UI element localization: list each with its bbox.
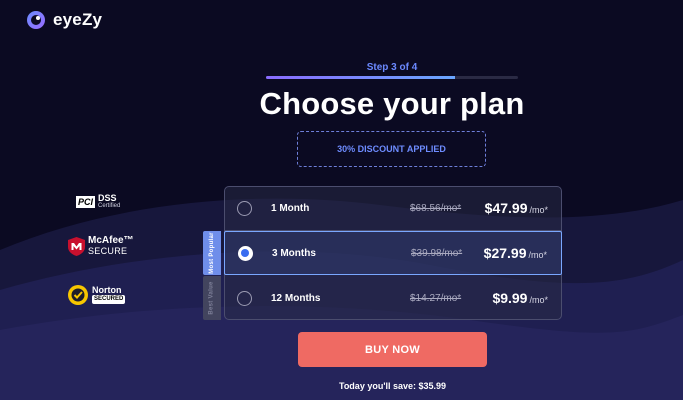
plan-price: $47.99 /mo* xyxy=(485,200,548,216)
plan-radio-1-month[interactable] xyxy=(237,200,252,216)
plan-name: 12 Months xyxy=(271,292,321,304)
plan-price: $27.99 /mo* xyxy=(484,245,547,261)
plan-old-price: $68.56/mo* xyxy=(410,202,462,214)
plan-price-period: /mo* xyxy=(528,250,547,260)
mcafee-name: McAfee xyxy=(88,235,124,246)
plan-price-amount: $9.99 xyxy=(492,290,528,306)
plan-option-1-month[interactable]: 1 Month $68.56/mo* $47.99 /mo* xyxy=(224,186,562,230)
page-title: Choose your plan xyxy=(259,86,525,121)
eye-logo-icon xyxy=(27,11,45,29)
mcafee-shield-icon xyxy=(68,236,85,256)
most-popular-ribbon: Most Popular xyxy=(203,231,221,275)
pci-dss-badge: PCI DSS Certified xyxy=(76,194,120,210)
plan-price-amount: $47.99 xyxy=(484,200,528,216)
discount-badge: 30% DISCOUNT APPLIED xyxy=(297,131,486,167)
mcafee-secure-badge: McAfee™ SECURE xyxy=(68,236,134,256)
pci-dss-label: DSS xyxy=(98,193,117,203)
plan-price-period: /mo* xyxy=(529,205,548,215)
plan-old-price: $39.98/mo* xyxy=(411,247,463,259)
step-indicator: Step 3 of 4 xyxy=(366,62,418,73)
plan-radio-3-months[interactable] xyxy=(238,245,253,261)
pci-certified-label: Certified xyxy=(98,203,121,209)
plan-price-period: /mo* xyxy=(529,295,548,305)
plan-name: 3 Months xyxy=(272,247,316,259)
best-value-label: Best Value xyxy=(209,281,216,315)
savings-text: Today you'll save: $35.99 xyxy=(338,381,447,391)
norton-secured-label: SECURED xyxy=(92,295,126,304)
plan-price: $9.99 /mo* xyxy=(492,290,548,306)
most-popular-label: Most Popular xyxy=(209,232,216,274)
plan-option-12-months[interactable]: 12 Months $14.27/mo* $9.99 /mo* xyxy=(224,276,562,320)
norton-check-icon xyxy=(68,285,88,305)
plan-radio-12-months[interactable] xyxy=(237,290,252,306)
plan-name: 1 Month xyxy=(271,202,310,214)
best-value-ribbon: Best Value xyxy=(203,276,221,320)
pci-logo: PCI xyxy=(76,196,96,208)
norton-secured-badge: Norton SECURED xyxy=(67,284,126,306)
brand-logo[interactable]: eyeZy xyxy=(26,10,102,30)
mcafee-trademark: ™ xyxy=(123,235,134,246)
buy-now-button[interactable]: BUY NOW xyxy=(298,332,487,367)
brand-name: eyeZy xyxy=(53,10,103,29)
plan-old-price: $14.27/mo* xyxy=(410,292,462,304)
step-progress-bar xyxy=(266,76,518,79)
norton-name: Norton xyxy=(92,285,122,295)
step-progress-fill xyxy=(266,76,455,79)
plan-option-3-months[interactable]: 3 Months $39.98/mo* $27.99 /mo* xyxy=(224,231,562,275)
mcafee-secure-label: SECURE xyxy=(88,246,128,256)
plan-price-amount: $27.99 xyxy=(483,245,527,261)
